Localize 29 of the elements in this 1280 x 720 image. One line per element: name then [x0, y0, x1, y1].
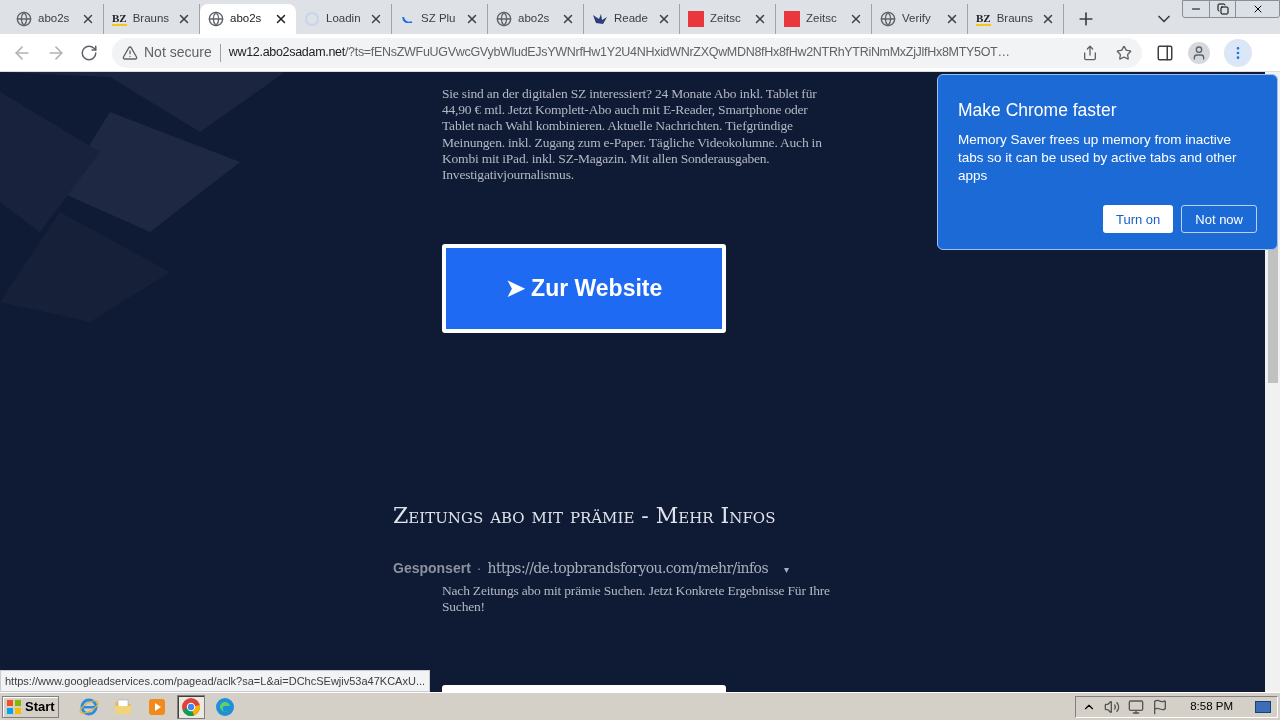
- popup-title: Make Chrome faster: [958, 99, 1118, 122]
- tab-title: abo2s: [230, 11, 262, 27]
- ad-description: Sie sind an der digitalen SZ interessiert? 24 Monate Abo inkl. Tablet für 44,90 € mtl. Jetzt Komplett-Abo auch mit E-Reader, Smartphone oder Tablet nach Wahl kombinieren. Aktuelle Nachrichten. Tiefgründige Meinungen. inkl. Zugang zum e-Paper. Tägliche Videokolumne. Auch in Kombi mit iPad. inkl. SZ-Magazin. Mit allen Sonderausgaben. Investigativjournalismus.: [442, 86, 823, 184]
- start-button[interactable]: Start: [2, 695, 59, 718]
- tab-title: abo2s: [518, 11, 550, 27]
- tab-title: Verify: [902, 11, 931, 27]
- tab-title: Brauns: [132, 11, 170, 27]
- website-button[interactable]: ➤ Zur Website: [442, 244, 726, 334]
- tab-title: Loadin: [326, 11, 361, 27]
- tab-title: Zeitsc: [806, 11, 837, 27]
- url-text: ww12.abo2sadam.net/?ts=fENsZWFuUGVwcGVybWludEJsYWNrfHw1Y2U4NHxidWNrZXQwMDN8fHx8fHw2NTRhYTRiNmMxZjJlfHx8MTY5OT…: [228, 44, 1011, 62]
- ad-url-link[interactable]: https://de.topbrandsforyou.com/mehr/infos: [487, 558, 768, 580]
- separator-dot: ·: [476, 559, 482, 579]
- not-now-button[interactable]: Not now: [1181, 205, 1257, 234]
- caret-icon[interactable]: ▾: [784, 562, 789, 578]
- security-label: Not secure: [144, 43, 212, 62]
- tab-title: abo2s: [38, 11, 70, 27]
- browser-tab[interactable]: abo2s: [200, 4, 296, 34]
- address-bar[interactable]: Not secure ww12.abo2sadam.net/?ts=fENsZWFuUGVwcGVybWludEJsYWNrfHw1Y2U4NHxidWNrZXQwMDN8fHx8fHw2NTRhYTRiNmMxZjJlfHx8MTY5OT…: [112, 37, 1142, 68]
- tab-title: Reade: [614, 11, 648, 27]
- ad-title: Zeitungs abo mit prämie - Mehr Infos: [393, 502, 777, 531]
- sponsored-label: Gesponsert: [393, 559, 471, 579]
- turn-on-button[interactable]: Turn on: [1102, 205, 1174, 234]
- tab-title: SZ Plu: [421, 11, 456, 27]
- popup-text: Memory Saver frees up memory from inactive tabs so it can be used by active tabs and other apps: [958, 131, 1238, 186]
- tab-title: Brauns: [996, 11, 1034, 27]
- tab-title: Zeitsc: [710, 11, 741, 27]
- ad-description: Nach Zeitungs abo mit prämie Suchen. Jetzt Konkrete Ergebnisse Für Ihre Suchen!: [442, 583, 831, 616]
- clock[interactable]: 8:58 PM: [1190, 697, 1233, 716]
